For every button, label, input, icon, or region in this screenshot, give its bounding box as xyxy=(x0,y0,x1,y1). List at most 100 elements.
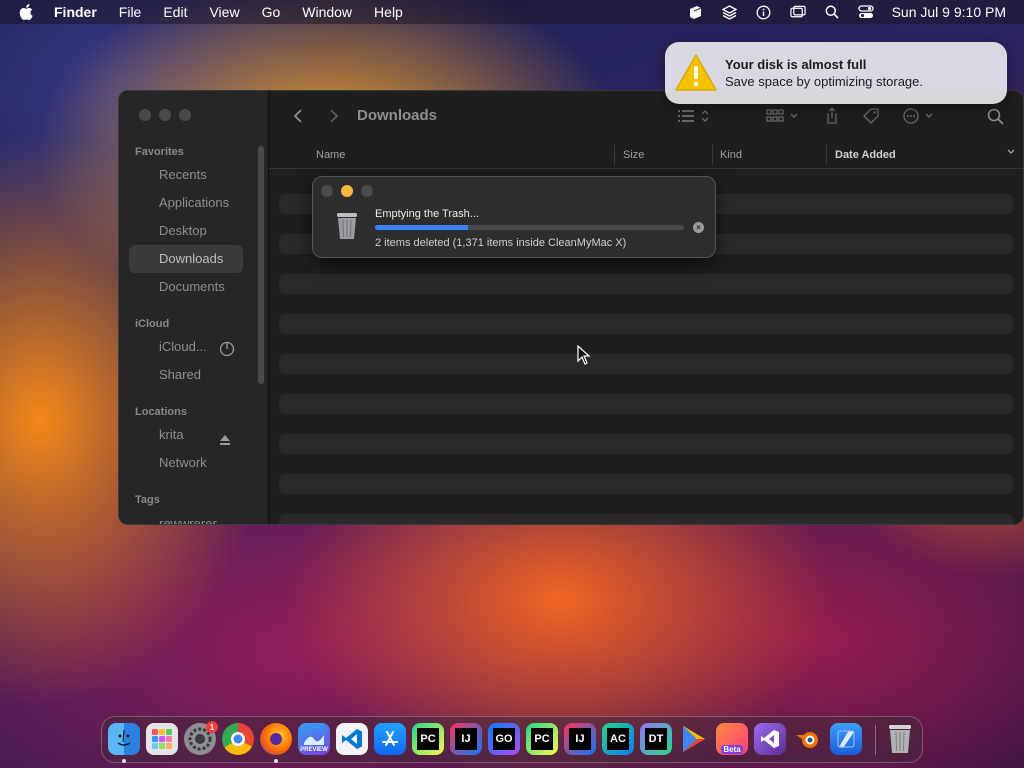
menu-edit[interactable]: Edit xyxy=(163,4,187,20)
sidebar-item-tag[interactable]: rewwrerer xyxy=(129,510,243,524)
chrome-icon[interactable] xyxy=(222,723,254,755)
pycharm-icon[interactable]: PC xyxy=(412,723,444,755)
menu-window[interactable]: Window xyxy=(302,4,352,20)
column-date-added[interactable]: Date Added xyxy=(835,149,896,161)
column-kind[interactable]: Kind xyxy=(720,149,742,161)
dock: 1 PREVIEW PC IJ GO PC IJ AC DT Beta xyxy=(101,716,923,763)
menu-clock[interactable]: Sun Jul 9 9:10 PM xyxy=(892,4,1006,20)
disk-full-notification[interactable]: Your disk is almost full Save space by o… xyxy=(665,42,1007,104)
xcode-icon[interactable] xyxy=(830,723,862,755)
apple-menu-icon[interactable] xyxy=(18,3,36,21)
dialog-minimize-button[interactable] xyxy=(341,185,353,197)
intellij-label: IJ xyxy=(455,728,477,750)
close-button[interactable] xyxy=(139,109,151,121)
layers-status-icon[interactable] xyxy=(722,4,738,20)
trash-icon xyxy=(335,211,359,241)
finder-icon[interactable] xyxy=(108,723,140,755)
column-header: Name Size Kind Date Added xyxy=(269,141,1023,169)
sidebar-item-recents[interactable]: Recents xyxy=(129,161,243,189)
group-by-icon[interactable] xyxy=(766,107,802,125)
visual-studio-icon[interactable] xyxy=(754,723,786,755)
forward-chevron-icon[interactable] xyxy=(323,107,343,125)
list-item[interactable] xyxy=(279,354,1013,374)
list-item[interactable] xyxy=(279,434,1013,454)
menu-help[interactable]: Help xyxy=(374,4,403,20)
menu-file[interactable]: File xyxy=(119,4,142,20)
list-item[interactable] xyxy=(279,274,1013,294)
finder-sidebar: Favorites Recents Applications Desktop D… xyxy=(119,91,269,524)
share-icon[interactable] xyxy=(822,107,842,125)
system-settings-icon[interactable]: 1 xyxy=(184,721,218,755)
finder-window: Favorites Recents Applications Desktop D… xyxy=(118,90,1024,525)
sidebar-item-krita[interactable]: krita xyxy=(129,421,243,449)
more-actions-icon[interactable] xyxy=(902,107,938,125)
eject-icon[interactable] xyxy=(219,428,235,445)
list-item[interactable] xyxy=(279,514,1013,524)
cube-status-icon[interactable] xyxy=(688,4,704,20)
intellij-ce-icon[interactable]: IJ xyxy=(564,723,596,755)
dialog-window-controls xyxy=(321,185,373,197)
beta-app-icon[interactable]: Beta xyxy=(716,723,748,755)
list-item[interactable] xyxy=(279,314,1013,334)
vscode-icon[interactable] xyxy=(336,723,368,755)
firefox-icon[interactable] xyxy=(260,723,292,755)
sidebar-item-shared[interactable]: Shared xyxy=(129,361,243,389)
menu-go[interactable]: Go xyxy=(262,4,281,20)
appcode-icon[interactable]: AC xyxy=(602,723,634,755)
goland-icon[interactable]: GO xyxy=(488,723,520,755)
notification-title: Your disk is almost full xyxy=(725,57,867,72)
notification-badge: 1 xyxy=(206,721,218,733)
tag-icon[interactable] xyxy=(861,107,881,125)
menu-view[interactable]: View xyxy=(209,4,239,20)
sidebar-scrollbar[interactable] xyxy=(258,146,264,384)
dialog-status-text: 2 items deleted (1,371 items inside Clea… xyxy=(375,237,627,249)
sidebar-item-icloud-drive[interactable]: iCloud... xyxy=(129,333,243,361)
control-center-icon[interactable] xyxy=(857,4,874,20)
menu-finder[interactable]: Finder xyxy=(54,4,97,20)
sort-chevron-icon[interactable] xyxy=(1006,147,1016,160)
sidebar-header-icloud: iCloud xyxy=(135,318,170,330)
list-item[interactable] xyxy=(279,474,1013,494)
cancel-stop-icon[interactable]: × xyxy=(693,222,704,233)
column-divider[interactable] xyxy=(712,145,713,165)
list-item[interactable] xyxy=(279,394,1013,414)
pycharm-ce-label: PC xyxy=(531,728,553,750)
dialog-close-button[interactable] xyxy=(321,185,333,197)
dialog-zoom-button[interactable] xyxy=(361,185,373,197)
column-size[interactable]: Size xyxy=(623,149,644,161)
sidebar-item-desktop[interactable]: Desktop xyxy=(129,217,243,245)
column-divider[interactable] xyxy=(614,145,615,165)
pycharm-ce-icon[interactable]: PC xyxy=(526,723,558,755)
info-status-icon[interactable] xyxy=(756,4,772,20)
list-view-icon[interactable] xyxy=(677,107,713,125)
goland-label: GO xyxy=(493,728,515,750)
datagrip-icon[interactable]: DT xyxy=(640,723,672,755)
sidebar-item-documents[interactable]: Documents xyxy=(129,273,243,301)
zoom-button[interactable] xyxy=(179,109,191,121)
mouse-cursor-icon xyxy=(577,344,591,365)
sidebar-header-favorites: Favorites xyxy=(135,146,184,158)
sidebar-item-network[interactable]: Network xyxy=(129,449,243,477)
intellij-icon[interactable]: IJ xyxy=(450,723,482,755)
menu-bar: Finder File Edit View Go Window Help Sun… xyxy=(0,0,1024,24)
app-store-icon[interactable] xyxy=(374,723,406,755)
beta-label: Beta xyxy=(721,745,743,754)
sidebar-item-downloads[interactable]: Downloads xyxy=(129,245,243,273)
warning-icon xyxy=(674,53,718,93)
sidebar-item-applications[interactable]: Applications xyxy=(129,189,243,217)
back-chevron-icon[interactable] xyxy=(289,107,309,125)
progress-bar xyxy=(375,225,684,230)
empty-trash-dialog: Emptying the Trash... × 2 items deleted … xyxy=(312,176,716,258)
google-play-icon[interactable] xyxy=(678,723,710,755)
minimize-button[interactable] xyxy=(159,109,171,121)
trash-dock-icon[interactable] xyxy=(884,723,916,755)
launchpad-icon[interactable] xyxy=(146,723,178,755)
spotlight-search-icon[interactable] xyxy=(824,4,840,20)
blender-icon[interactable] xyxy=(792,723,824,755)
running-indicator xyxy=(122,759,126,763)
preview-icon[interactable]: PREVIEW xyxy=(298,723,330,755)
screen-mirroring-icon[interactable] xyxy=(789,4,806,20)
column-divider[interactable] xyxy=(826,145,827,165)
search-icon[interactable] xyxy=(986,107,1006,125)
column-name[interactable]: Name xyxy=(316,149,345,161)
